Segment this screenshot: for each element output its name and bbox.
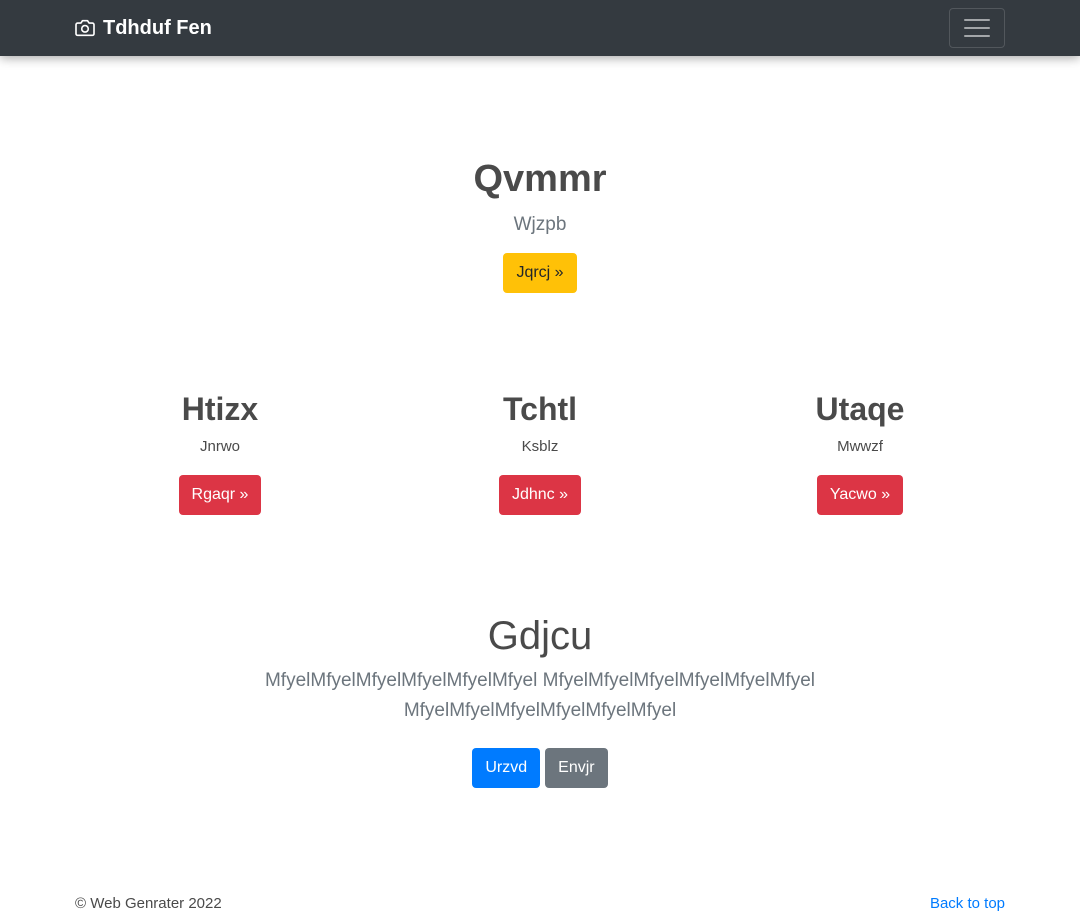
album-section: Gdjcu MfyelMfyelMfyelMfyelMfyelMfyel Mfy… [0,612,1080,788]
footer: © Web Genrater 2022 Back to top [75,892,1005,914]
feature-column: Utaqe Mwwzf Yacwo » [700,390,1020,515]
feature-text: Ksblz [521,438,559,455]
hero-section: Qvmmr Wjzpb Jqrcj » [0,155,1080,293]
feature-title: Htizx [181,391,259,427]
album-buttons: Urzvd Envjr [0,748,1080,788]
copyright-text: © Web Genrater 2022 [75,894,222,912]
navbar-toggler-button[interactable] [949,8,1005,48]
feature-title: Utaqe [815,391,905,427]
album-title: Gdjcu [487,614,593,658]
back-to-top-link[interactable]: Back to top [930,895,1005,912]
brand-link[interactable]: Tdhduf Fen [75,0,212,56]
camera-icon [75,19,95,37]
feature-columns: Htizx Jnrwo Rgaqr » Tchtl Ksblz Jdhnc » … [60,390,1020,515]
hero-subtitle: Wjzpb [513,214,567,235]
feature-button[interactable]: Jdhnc » [498,475,582,515]
feature-text: Mwwzf [837,438,883,455]
feature-button[interactable]: Yacwo » [816,475,904,515]
feature-text: Jnrwo [199,438,240,455]
secondary-button[interactable]: Envjr [545,748,608,788]
primary-button[interactable]: Urzvd [472,748,541,788]
brand-label: Tdhduf Fen [103,16,212,39]
feature-column: Tchtl Ksblz Jdhnc » [380,390,700,515]
hero-button[interactable]: Jqrcj » [503,253,577,293]
album-lead: MfyelMfyelMfyelMfyelMfyelMfyel MfyelMfye… [264,670,815,721]
navbar: Tdhduf Fen [0,0,1080,56]
feature-column: Htizx Jnrwo Rgaqr » [60,390,380,515]
hero-title: Qvmmr [473,158,607,200]
hamburger-icon [963,17,991,39]
feature-title: Tchtl [502,391,578,427]
feature-button[interactable]: Rgaqr » [178,475,262,515]
